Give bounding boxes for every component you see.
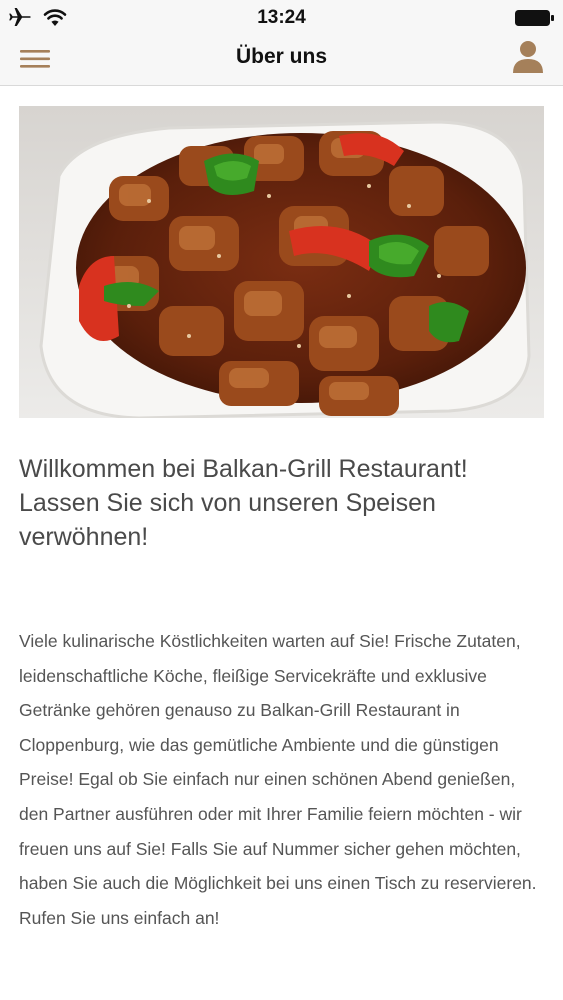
about-paragraph: Viele kulinarische Köstlichkeiten warten…	[19, 631, 537, 928]
status-bar: 13:24	[0, 0, 563, 36]
status-time: 13:24	[257, 7, 306, 28]
battery-icon	[515, 10, 555, 26]
navigation-bar: Über uns	[0, 36, 563, 86]
user-button[interactable]	[509, 40, 547, 78]
page-title: Über uns	[235, 45, 327, 68]
hero-food-image	[19, 106, 544, 418]
user-icon	[512, 40, 544, 79]
welcome-headline: Willkommen bei Balkan-Grill Restaurant! …	[19, 455, 468, 551]
